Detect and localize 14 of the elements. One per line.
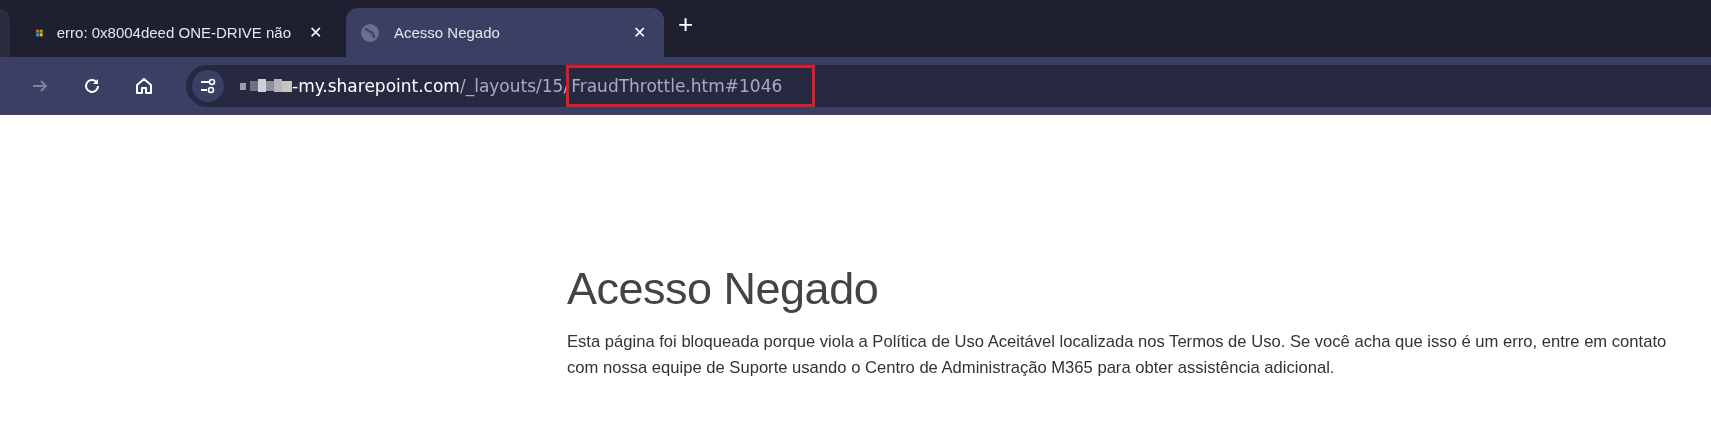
close-tab-button[interactable]: ✕ xyxy=(305,21,326,44)
browser-tab[interactable]: Acesso Negado ✕ xyxy=(346,8,664,57)
globe-icon xyxy=(360,22,380,43)
url-path: /_layouts/15/ xyxy=(459,76,570,96)
highlighted-url-part: FraudThrottle.htm#1046 xyxy=(569,68,813,104)
browser-tab[interactable]: erro: 0x8004deed ONE-DRIVE não ✕ xyxy=(22,8,340,57)
url-host: -my.sharepoint.com xyxy=(292,76,460,96)
address-bar[interactable]: -my.sharepoint.com/_layouts/15/FraudThrottle.htm#1046 xyxy=(186,65,1711,107)
pixelated-text-drawing xyxy=(240,77,292,95)
close-tab-button[interactable]: ✕ xyxy=(629,21,650,44)
new-tab-button[interactable]: + xyxy=(670,9,702,40)
site-settings-icon[interactable] xyxy=(192,70,224,102)
error-message: Esta página foi bloqueada porque viola a Política de Uso Aceitável localizada nos Termos de Uso. Se você acha que isso é um erro, entre em contato com nossa equipe de Suporte usando o Centro de Administração M365 para obter assistência adicional. xyxy=(567,331,1668,379)
page-heading: Acesso Negado xyxy=(567,263,880,315)
